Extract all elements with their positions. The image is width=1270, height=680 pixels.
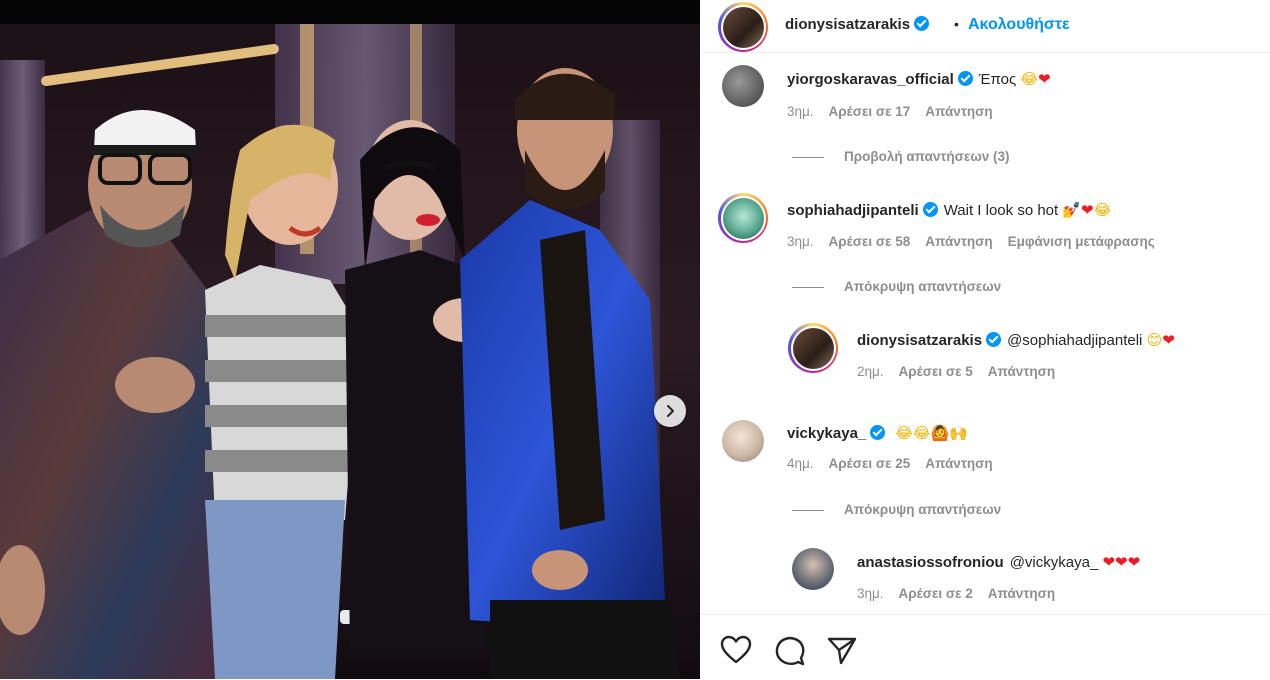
emoji: ❤ <box>1115 553 1128 571</box>
emoji: 🙌 <box>949 424 968 442</box>
comment-time[interactable]: 3ημ. <box>787 234 814 249</box>
verified-badge-icon <box>914 16 930 31</box>
divider-line <box>792 509 824 511</box>
comment-likes[interactable]: Αρέσει σε 17 <box>829 104 911 119</box>
reply-button[interactable]: Απάντηση <box>925 234 992 249</box>
comment-text: Wait I look so hot <box>943 202 1059 219</box>
reply-meta: 3ημ. Αρέσει σε 2 Απάντηση <box>857 586 1070 601</box>
emoji: 💅 <box>1062 201 1082 219</box>
reply-time[interactable]: 3ημ. <box>857 586 884 601</box>
reply-row: dionysisatzarakis @sophiahadjipanteli 😊❤ <box>857 331 1175 349</box>
heart-outline-icon <box>720 635 752 664</box>
like-button[interactable] <box>720 635 752 670</box>
divider-line <box>792 286 824 288</box>
comment-bubble-icon <box>775 636 805 666</box>
paper-plane-icon <box>827 637 857 665</box>
comment-username[interactable]: sophiahadjipanteli <box>787 202 919 219</box>
reply-avatar[interactable] <box>792 548 834 590</box>
reply-button[interactable]: Απάντηση <box>988 586 1055 601</box>
hide-replies-label: Απόκρυψη απαντήσεων <box>844 279 1002 294</box>
comment-time[interactable]: 3ημ. <box>787 104 814 119</box>
emoji: 🙆 <box>930 424 950 442</box>
comment-username[interactable]: vickykaya_ <box>787 425 866 442</box>
emoji: 😂 <box>1093 201 1112 219</box>
comment-avatar[interactable] <box>718 193 768 243</box>
reply-likes[interactable]: Αρέσει σε 5 <box>899 364 973 379</box>
post-image <box>0 0 700 679</box>
comment-button[interactable] <box>774 635 806 672</box>
next-photo-button[interactable] <box>654 395 686 427</box>
reply-text: @vickykaya_ <box>1009 554 1099 571</box>
hide-replies-button[interactable]: Απόκρυψη απαντήσεων <box>792 502 1001 517</box>
reply-username[interactable]: dionysisatzarakis <box>857 332 982 349</box>
hide-replies-label: Απόκρυψη απαντήσεων <box>844 502 1002 517</box>
emoji: ❤ <box>1081 201 1094 219</box>
comment-likes[interactable]: Αρέσει σε 58 <box>829 234 911 249</box>
comment-likes[interactable]: Αρέσει σε 25 <box>829 456 911 471</box>
comment-avatar[interactable] <box>722 420 764 462</box>
comment-time[interactable]: 4ημ. <box>787 456 814 471</box>
emoji: ❤ <box>1162 331 1175 349</box>
reply-button[interactable]: Απάντηση <box>925 104 992 119</box>
see-translation-button[interactable]: Εμφάνιση μετάφρασης <box>1008 234 1155 249</box>
reply-button[interactable]: Απάντηση <box>988 364 1055 379</box>
reply-likes[interactable]: Αρέσει σε 2 <box>899 586 973 601</box>
view-replies-label: Προβολή απαντήσεων (3) <box>844 149 1010 164</box>
emoji: 😂 <box>912 424 931 442</box>
reply-avatar[interactable] <box>788 323 838 373</box>
reply-meta: 2ημ. Αρέσει σε 5 Απάντηση <box>857 364 1070 379</box>
comment-meta: 3ημ. Αρέσει σε 58 Απάντηση Εμφάνιση μετάφρα… <box>787 234 1170 249</box>
follow-button[interactable]: Ακολουθήστε <box>968 16 1070 34</box>
post-header: dionysisatzarakis • Ακολουθήστε <box>700 0 1270 53</box>
verified-badge-icon <box>957 71 973 86</box>
verified-badge-icon <box>922 202 938 217</box>
emoji: 😂 <box>895 424 913 442</box>
share-button[interactable] <box>826 635 858 672</box>
comment-row: vickykaya_ 😂😂🙆🙌 <box>787 424 968 442</box>
comment-text: Έπος <box>978 71 1017 88</box>
chevron-right-icon <box>667 405 674 417</box>
comment-username[interactable]: yiorgoskaravas_official <box>787 71 954 88</box>
author-username[interactable]: dionysisatzarakis <box>785 16 910 33</box>
reply-text: @sophiahadjipanteli <box>1007 332 1143 349</box>
post-photo[interactable] <box>0 0 700 679</box>
reply-time[interactable]: 2ημ. <box>857 364 884 379</box>
comment-row: yiorgoskaravas_official Έπος 😂❤ <box>787 70 1051 88</box>
emoji: 😂 <box>1020 70 1038 88</box>
comment-avatar[interactable] <box>722 65 764 107</box>
action-bar <box>700 614 1270 680</box>
verified-badge-icon <box>870 425 886 440</box>
emoji: ❤ <box>1037 70 1051 88</box>
view-replies-button[interactable]: Προβολή απαντήσεων (3) <box>792 149 1009 164</box>
header-separator: • <box>954 16 959 32</box>
author-avatar[interactable] <box>718 2 768 52</box>
comment-meta: 3ημ. Αρέσει σε 17 Απάντηση <box>787 104 1008 119</box>
reply-username[interactable]: anastasiossofroniou <box>857 554 1004 571</box>
verified-badge-icon <box>986 332 1002 347</box>
comments-panel: dionysisatzarakis • Ακολουθήστε yiorgosk… <box>700 0 1270 679</box>
author-username-row[interactable]: dionysisatzarakis <box>785 16 930 33</box>
reply-row: anastasiossofroniou @vickykaya_ ❤❤❤ <box>857 553 1140 571</box>
emoji: ❤ <box>1102 553 1116 571</box>
emoji: 😊 <box>1146 331 1163 349</box>
emoji: ❤ <box>1127 553 1141 571</box>
divider-line <box>792 156 824 158</box>
hide-replies-button[interactable]: Απόκρυψη απαντήσεων <box>792 279 1001 294</box>
comment-meta: 4ημ. Αρέσει σε 25 Απάντηση <box>787 456 1008 471</box>
comment-row: sophiahadjipanteli Wait I look so hot 💅❤😂 <box>787 201 1111 219</box>
reply-button[interactable]: Απάντηση <box>925 456 992 471</box>
